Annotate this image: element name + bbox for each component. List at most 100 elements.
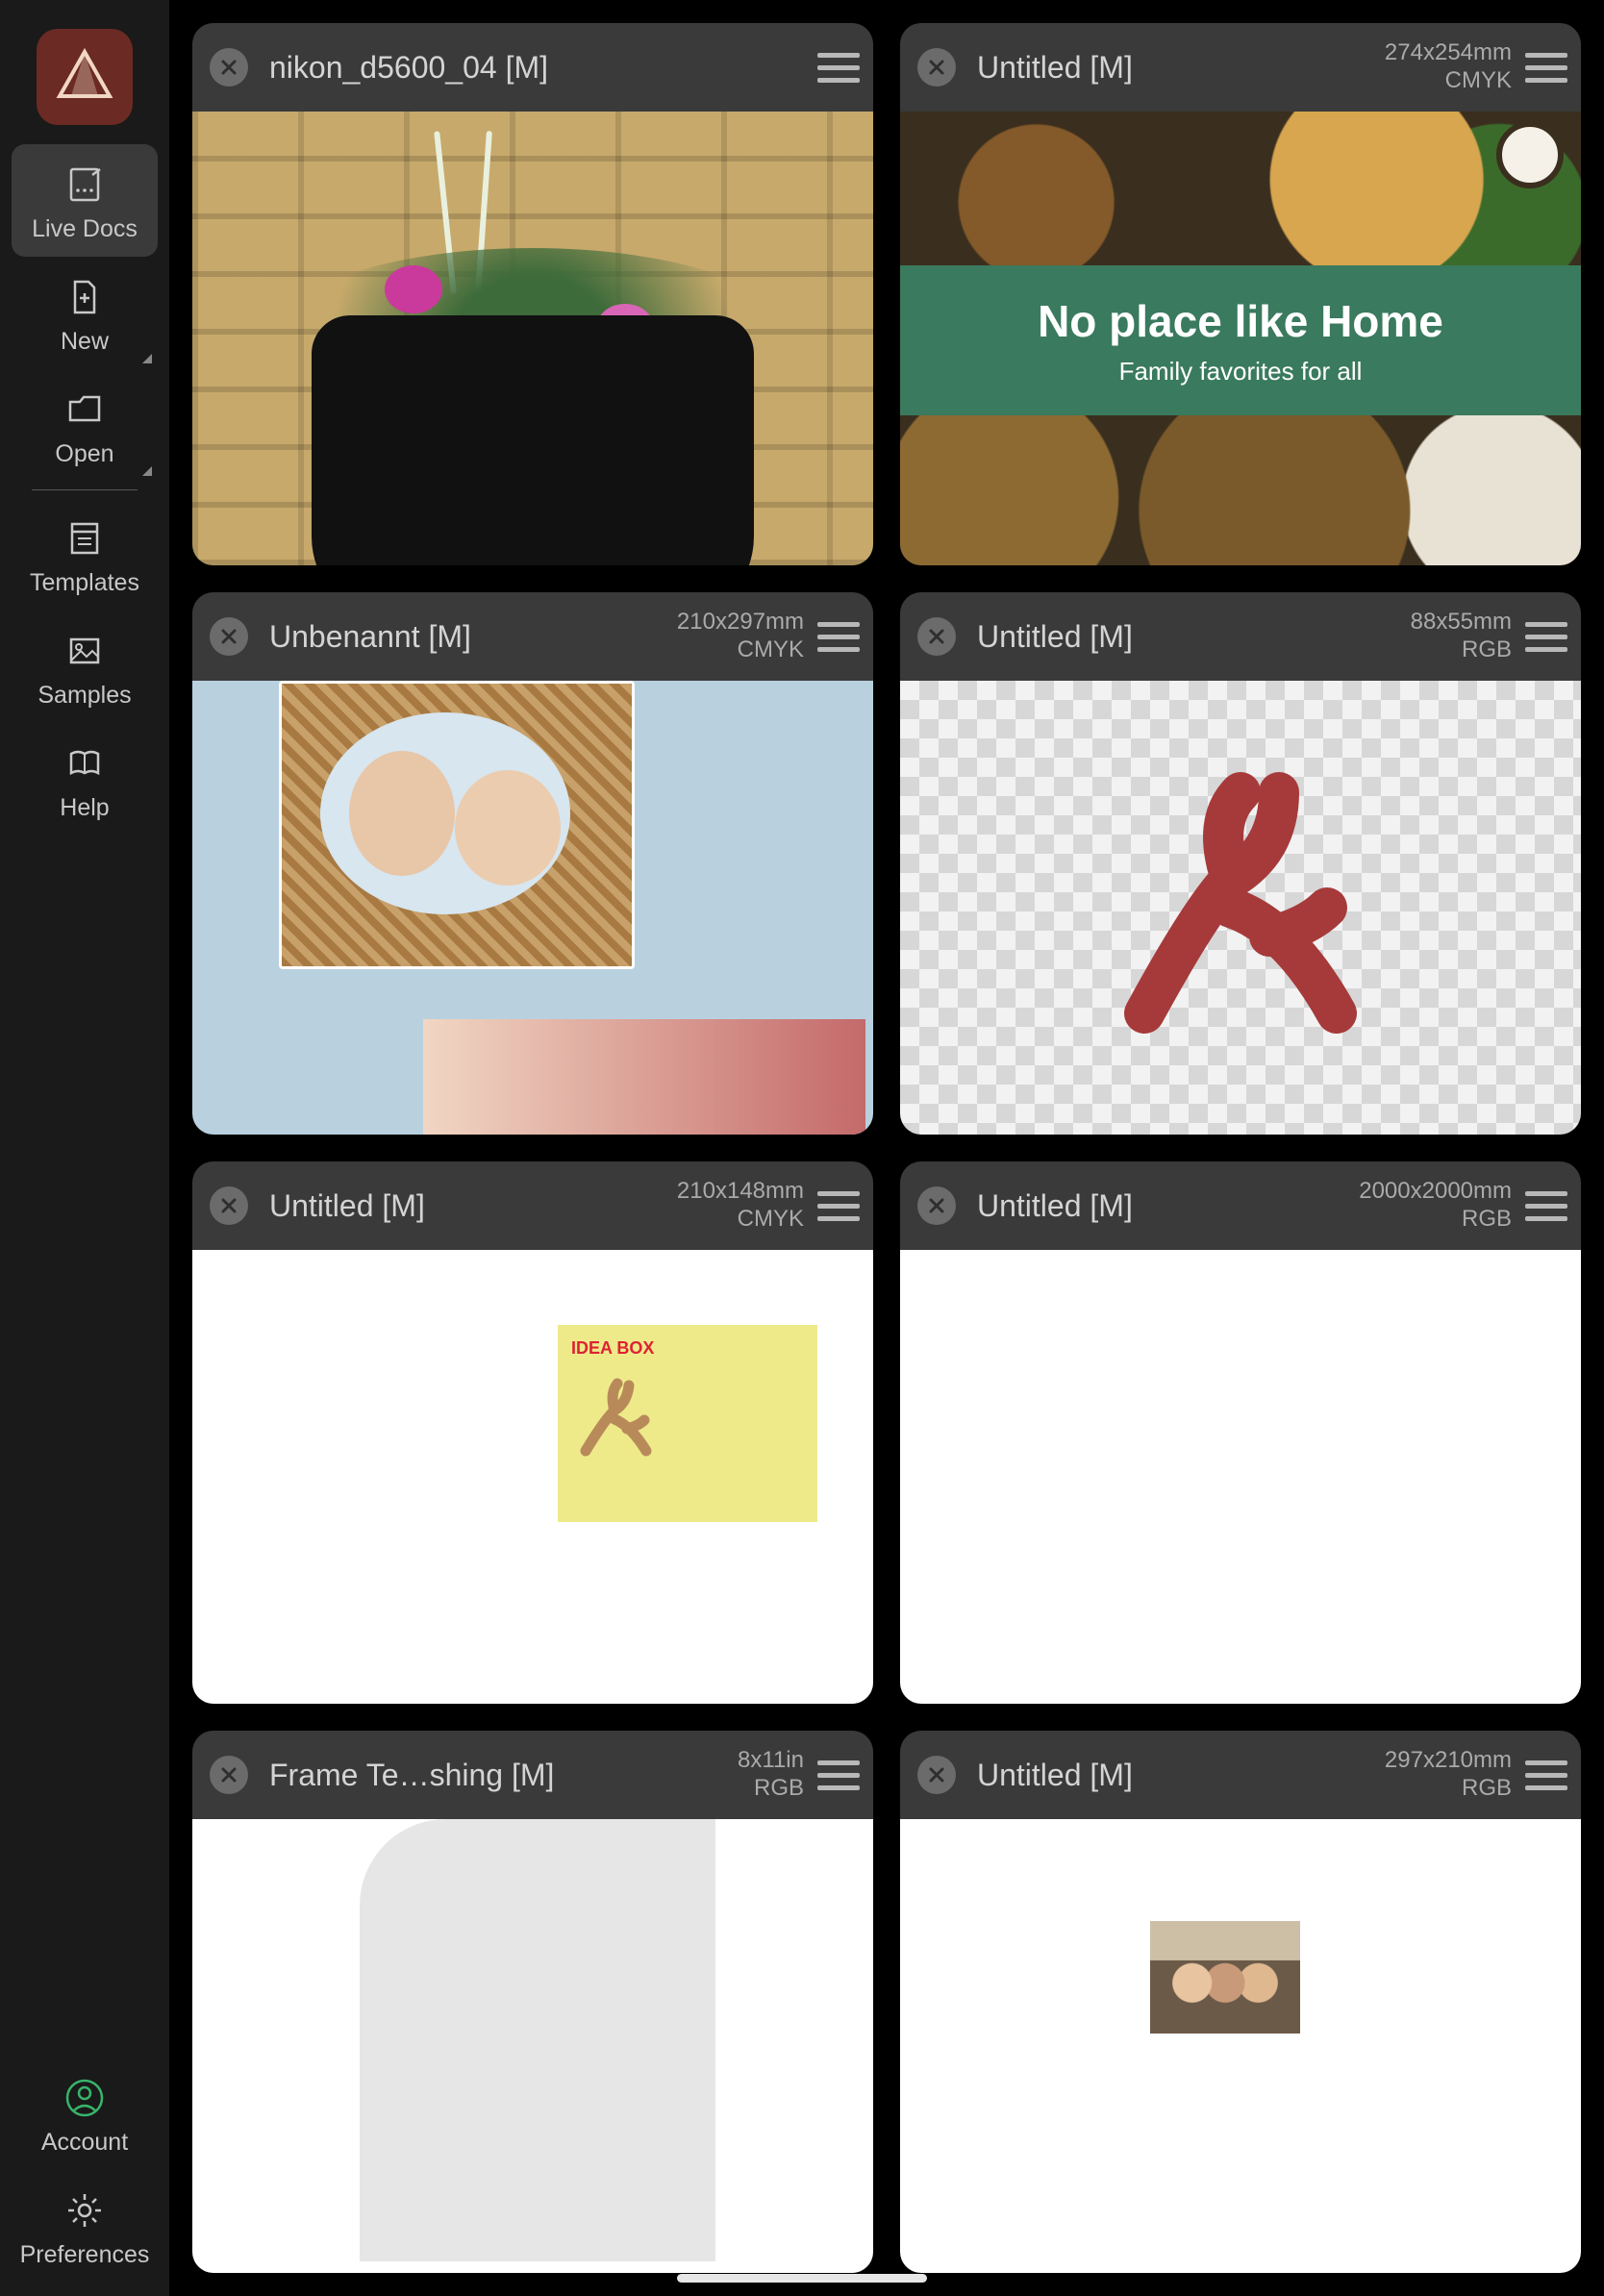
card-menu-button[interactable] — [817, 615, 860, 658]
brush-glyph-icon — [1087, 763, 1394, 1052]
document-thumbnail: IDEA BOX — [192, 1250, 873, 1704]
card-menu-button[interactable] — [817, 1754, 860, 1796]
samples-icon — [62, 628, 108, 674]
document-title: nikon_d5600_04 [M] — [269, 50, 817, 86]
document-colormode: RGB — [754, 1775, 804, 1803]
sidebar-item-label: Live Docs — [32, 215, 138, 243]
card-menu-button[interactable] — [817, 1185, 860, 1227]
document-meta: 297x210mm RGB — [1385, 1747, 1512, 1803]
close-icon — [218, 57, 239, 78]
app-logo — [37, 29, 133, 125]
sidebar-item-label: Account — [41, 2129, 128, 2157]
gear-icon — [62, 2187, 108, 2234]
document-card[interactable]: Untitled [M] 2000x2000mm RGB — [900, 1161, 1581, 1704]
close-button[interactable] — [917, 617, 956, 656]
document-card[interactable]: Untitled [M] 88x55mm RGB — [900, 592, 1581, 1135]
document-thumbnail — [900, 1819, 1581, 2273]
document-dimensions: 88x55mm — [1411, 609, 1512, 636]
document-colormode: CMYK — [1445, 67, 1512, 95]
document-colormode: RGB — [1462, 1206, 1512, 1234]
sidebar-item-label: New — [61, 328, 109, 356]
sidebar-item-samples[interactable]: Samples — [12, 611, 158, 723]
document-title: Untitled [M] — [977, 619, 1411, 655]
submenu-indicator-icon — [142, 466, 152, 476]
card-header: Untitled [M] 88x55mm RGB — [900, 592, 1581, 681]
sidebar-item-preferences[interactable]: Preferences — [12, 2170, 158, 2296]
affinity-publisher-icon — [54, 46, 115, 108]
document-meta: 8x11in RGB — [738, 1747, 804, 1803]
document-meta: 2000x2000mm RGB — [1359, 1178, 1512, 1234]
badge-icon — [1496, 121, 1564, 188]
help-book-icon — [62, 740, 108, 786]
document-card[interactable]: Untitled [M] 274x254mm CMYK No place lik… — [900, 23, 1581, 565]
card-header: Untitled [M] 297x210mm RGB — [900, 1731, 1581, 1819]
document-card[interactable]: Untitled [M] 210x148mm CMYK IDEA BOX — [192, 1161, 873, 1704]
close-icon — [926, 57, 947, 78]
document-dimensions: 297x210mm — [1385, 1747, 1512, 1775]
document-colormode: RGB — [1462, 636, 1512, 664]
card-menu-button[interactable] — [1525, 46, 1567, 88]
banner-subtitle: Family favorites for all — [1119, 357, 1363, 387]
document-thumbnail: No place like Home Family favorites for … — [900, 112, 1581, 565]
document-thumbnail — [900, 1250, 1581, 1704]
card-header: Untitled [M] 274x254mm CMYK — [900, 23, 1581, 112]
card-menu-button[interactable] — [1525, 1185, 1567, 1227]
sidebar: Live Docs New Open Templates — [0, 0, 169, 2296]
close-button[interactable] — [210, 48, 248, 87]
document-card[interactable]: nikon_d5600_04 [M] — [192, 23, 873, 565]
brush-glyph-icon — [571, 1376, 658, 1462]
documents-grid: nikon_d5600_04 [M] Untitled [M] 274x254m… — [169, 0, 1604, 2296]
document-title: Unbenannt [M] — [269, 619, 677, 655]
banner-title: No place like Home — [1038, 295, 1443, 347]
document-thumbnail — [192, 1819, 873, 2273]
document-colormode: RGB — [1462, 1775, 1512, 1803]
document-card[interactable]: Frame Te…shing [M] 8x11in RGB — [192, 1731, 873, 2273]
sidebar-item-account[interactable]: Account — [12, 2058, 158, 2170]
card-menu-button[interactable] — [1525, 615, 1567, 658]
note-heading: IDEA BOX — [571, 1338, 804, 1359]
document-thumbnail — [192, 112, 873, 565]
close-button[interactable] — [917, 1756, 956, 1794]
document-meta: 274x254mm CMYK — [1385, 39, 1512, 95]
submenu-indicator-icon — [142, 354, 152, 363]
sidebar-item-templates[interactable]: Templates — [12, 498, 158, 611]
sidebar-item-label: Templates — [30, 569, 139, 597]
document-card[interactable]: Unbenannt [M] 210x297mm CMYK — [192, 592, 873, 1135]
card-header: nikon_d5600_04 [M] — [192, 23, 873, 112]
document-dimensions: 210x297mm — [677, 609, 804, 636]
open-folder-icon — [62, 387, 108, 433]
close-icon — [926, 1764, 947, 1785]
close-icon — [218, 1764, 239, 1785]
document-dimensions: 8x11in — [738, 1747, 804, 1775]
account-icon — [62, 2075, 108, 2121]
card-menu-button[interactable] — [817, 46, 860, 88]
sidebar-item-help[interactable]: Help — [12, 723, 158, 836]
close-button[interactable] — [210, 1756, 248, 1794]
document-title: Untitled [M] — [977, 1758, 1385, 1793]
card-header: Untitled [M] 210x148mm CMYK — [192, 1161, 873, 1250]
sidebar-item-new[interactable]: New — [12, 257, 158, 369]
document-card[interactable]: Untitled [M] 297x210mm RGB — [900, 1731, 1581, 2273]
home-indicator[interactable] — [677, 2274, 927, 2283]
card-header: Frame Te…shing [M] 8x11in RGB — [192, 1731, 873, 1819]
document-thumbnail — [192, 681, 873, 1135]
new-doc-icon — [62, 274, 108, 320]
close-button[interactable] — [210, 1186, 248, 1225]
close-button[interactable] — [917, 48, 956, 87]
document-dimensions: 274x254mm — [1385, 39, 1512, 67]
card-menu-button[interactable] — [1525, 1754, 1567, 1796]
document-dimensions: 2000x2000mm — [1359, 1178, 1512, 1206]
sidebar-item-label: Open — [55, 440, 113, 468]
close-icon — [218, 626, 239, 647]
document-meta: 88x55mm RGB — [1411, 609, 1512, 664]
close-button[interactable] — [210, 617, 248, 656]
document-title: Untitled [M] — [269, 1188, 677, 1224]
close-button[interactable] — [917, 1186, 956, 1225]
sidebar-item-label: Samples — [38, 682, 131, 710]
close-icon — [926, 1195, 947, 1216]
document-colormode: CMYK — [738, 636, 804, 664]
card-header: Untitled [M] 2000x2000mm RGB — [900, 1161, 1581, 1250]
sidebar-item-open[interactable]: Open — [12, 369, 158, 482]
sidebar-item-live-docs[interactable]: Live Docs — [12, 144, 158, 257]
document-title: Untitled [M] — [977, 1188, 1359, 1224]
